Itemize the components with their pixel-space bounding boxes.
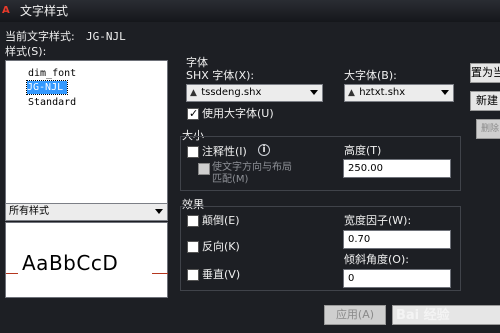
match-orientation-label-line2: 匹配(M): [212, 174, 249, 185]
watermark-text: Bai 经验: [396, 308, 450, 323]
list-item-selected[interactable]: JG-NJL: [26, 80, 68, 95]
big-font-value: hztxt.shx: [359, 87, 406, 98]
vertical-label: 垂直(V): [202, 268, 241, 281]
width-factor-label: 宽度因子(W):: [344, 214, 412, 227]
styles-label: 样式(S):: [5, 45, 47, 58]
annotative-label: 注释性(I): [202, 145, 247, 158]
app-logo-icon: A: [2, 5, 10, 16]
title-bar: A 文字样式: [0, 0, 500, 22]
font-file-icon: ▲: [190, 88, 197, 98]
current-style-label: 当前文字样式:: [5, 30, 75, 43]
upside-down-label: 颠倒(E): [202, 214, 240, 227]
list-item[interactable]: dim_font: [28, 67, 76, 80]
annotative-checkbox[interactable]: [187, 146, 199, 158]
preview-text: AaBbCcD: [22, 251, 119, 275]
info-icon[interactable]: i: [258, 144, 270, 156]
match-orientation-label-line1: 使文字方向与布局: [212, 162, 292, 173]
match-orientation-checkbox[interactable]: [198, 163, 210, 175]
shx-font-label: SHX 字体(X):: [186, 69, 255, 82]
vertical-checkbox[interactable]: [187, 269, 199, 281]
shx-font-value: tssdeng.shx: [201, 87, 262, 98]
backwards-label: 反向(K): [202, 240, 240, 253]
big-font-select[interactable]: ▲ hztxt.shx: [344, 84, 454, 102]
oblique-angle-label: 倾斜角度(O):: [344, 253, 409, 266]
use-big-font-label: 使用大字体(U): [202, 107, 274, 120]
big-font-label: 大字体(B):: [344, 69, 397, 82]
dialog-body: 当前文字样式: JG-NJL 样式(S): dim_font JG-NJL St…: [0, 22, 500, 333]
list-item[interactable]: Standard: [28, 96, 76, 109]
upside-down-checkbox[interactable]: [187, 215, 199, 227]
delete-button[interactable]: 删除: [476, 119, 500, 139]
new-button[interactable]: 新建: [470, 91, 500, 111]
chevron-down-icon: [155, 209, 163, 214]
preview-baseline-left: [6, 273, 18, 274]
style-filter-value: 所有样式: [9, 206, 49, 217]
current-style-value: JG-NJL: [86, 30, 126, 43]
style-filter-select[interactable]: 所有样式: [5, 203, 168, 221]
preview-box: AaBbCcD: [5, 222, 168, 298]
styles-list[interactable]: dim_font JG-NJL Standard: [5, 60, 168, 221]
chevron-down-icon: [441, 90, 449, 95]
use-big-font-checkbox[interactable]: [187, 107, 199, 120]
apply-button[interactable]: 应用(A): [324, 305, 386, 325]
width-factor-input[interactable]: 0.70: [343, 230, 451, 249]
font-file-icon: ▲: [348, 88, 355, 98]
oblique-angle-input[interactable]: 0: [343, 269, 451, 288]
window-title: 文字样式: [20, 4, 69, 18]
set-current-button[interactable]: 置为当: [470, 63, 500, 83]
backwards-checkbox[interactable]: [187, 241, 199, 253]
height-label: 高度(T): [344, 144, 382, 157]
chevron-down-icon: [310, 90, 318, 95]
height-input[interactable]: 250.00: [343, 159, 451, 178]
font-group-label: 字体: [186, 56, 208, 69]
shx-font-select[interactable]: ▲ tssdeng.shx: [186, 84, 323, 102]
preview-baseline-right: [152, 273, 168, 274]
